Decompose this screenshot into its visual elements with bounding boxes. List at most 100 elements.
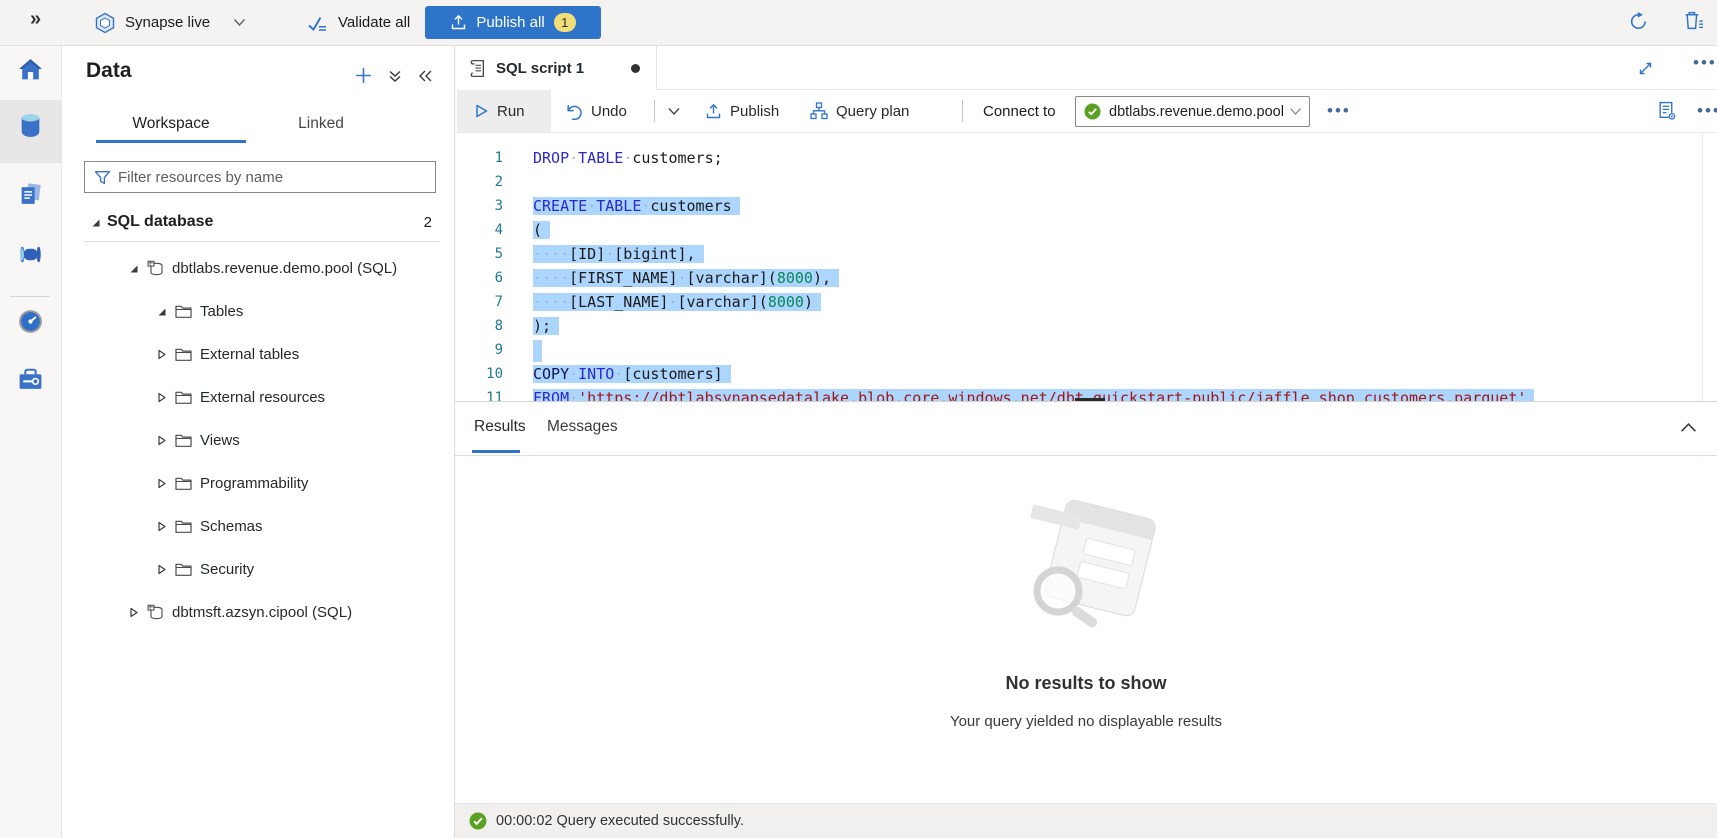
validate-all-button[interactable]: Validate all — [306, 0, 410, 45]
editor-toolbar: Run Undo Publish — [455, 90, 1717, 133]
sidebar-item-data[interactable] — [0, 112, 61, 144]
run-options-chevron-icon[interactable] — [667, 90, 681, 132]
chevron-collapsed-icon[interactable] — [156, 564, 169, 575]
chevron-collapsed-icon[interactable] — [156, 435, 169, 446]
collapse-results-icon[interactable] — [1680, 422, 1697, 433]
undo-icon — [565, 103, 583, 120]
chevron-collapsed-icon[interactable] — [156, 349, 169, 360]
code-line-1[interactable]: 1DROP·TABLE·customers; — [455, 146, 1717, 170]
database-tree: dbtlabs.revenue.demo.pool (SQL)TablesExt… — [62, 247, 454, 634]
active-tab-underline — [96, 140, 246, 143]
chevron-expanded-icon[interactable] — [128, 263, 141, 274]
unsaved-changes-dot — [631, 64, 640, 73]
query-plan-button[interactable]: Query plan — [810, 90, 909, 132]
tree-item-views[interactable]: Views — [62, 419, 454, 462]
chevron-collapsed-icon[interactable] — [156, 478, 169, 489]
sidebar-item-home[interactable] — [0, 57, 61, 87]
tab-title: SQL script 1 — [496, 60, 584, 77]
publish-all-button[interactable]: Publish all 1 — [425, 6, 601, 39]
expand-editor-icon[interactable] — [1637, 60, 1654, 77]
undo-label: Undo — [591, 103, 627, 120]
line-content: ); — [503, 314, 559, 338]
run-button[interactable]: Run — [457, 90, 551, 132]
tree-item-external-resources[interactable]: External resources — [62, 376, 454, 419]
undo-button[interactable]: Undo — [565, 90, 627, 132]
tree-item-sql-database[interactable]: SQL database 2 — [62, 203, 454, 241]
line-content: ( — [503, 218, 550, 242]
database-icon — [147, 604, 164, 621]
line-number: 3 — [455, 194, 503, 218]
publish-button[interactable]: Publish — [705, 90, 779, 132]
code-line-5[interactable]: 5····[ID]·[bigint], — [455, 242, 1717, 266]
chevron-down-icon — [233, 18, 246, 27]
connection-pool-dropdown[interactable]: dbtlabs.revenue.demo.pool — [1075, 96, 1310, 127]
collapse-panel-icon[interactable] — [418, 69, 433, 83]
tree-item-schemas[interactable]: Schemas — [62, 505, 454, 548]
code-line-6[interactable]: 6····[FIRST_NAME]·[varchar](8000), — [455, 266, 1717, 290]
tree-item-dbtmsft-azsyn-cipool-sql[interactable]: dbtmsft.azsyn.cipool (SQL) — [62, 591, 454, 634]
filter-input[interactable] — [118, 169, 435, 186]
chevron-collapsed-icon[interactable] — [128, 607, 141, 618]
tab-linked[interactable]: Linked — [246, 109, 396, 143]
code-line-9[interactable]: 9 — [455, 338, 1717, 362]
code-line-7[interactable]: 7····[LAST_NAME]·[varchar](8000) — [455, 290, 1717, 314]
code-line-8[interactable]: 8); — [455, 314, 1717, 338]
filter-box — [84, 161, 436, 193]
tree-item-programmability[interactable]: Programmability — [62, 462, 454, 505]
connection-ok-icon — [1084, 103, 1101, 120]
line-number: 5 — [455, 242, 503, 266]
chevron-expanded-icon[interactable] — [90, 217, 101, 228]
tree-item-label: Security — [200, 561, 254, 578]
tree-item-external-tables[interactable]: External tables — [62, 333, 454, 376]
line-content: DROP·TABLE·customers; — [503, 146, 723, 170]
toolbar-more-actions-icon[interactable]: ••• — [1327, 102, 1351, 120]
tree-item-dbtlabs-revenue-demo-pool-sql[interactable]: dbtlabs.revenue.demo.pool (SQL) — [62, 247, 454, 290]
discard-all-icon[interactable] — [1684, 10, 1704, 31]
code-line-2[interactable]: 2 — [455, 170, 1717, 194]
tree-item-tables[interactable]: Tables — [62, 290, 454, 333]
properties-icon[interactable] — [1657, 101, 1677, 121]
tab-results[interactable]: Results — [474, 402, 526, 456]
tree-item-label: dbtmsft.azsyn.cipool (SQL) — [172, 604, 352, 621]
sidebar-item-manage[interactable] — [0, 367, 61, 397]
tree-item-label: Programmability — [200, 475, 308, 492]
code-line-10[interactable]: 10COPY·INTO·[customers] — [455, 362, 1717, 386]
line-content: ····[ID]·[bigint], — [503, 242, 704, 266]
sidebar-item-develop[interactable] — [0, 182, 61, 212]
mode-switcher[interactable]: Synapse live — [94, 0, 246, 45]
line-content: ····[LAST_NAME]·[varchar](8000) — [503, 290, 821, 314]
tree-item-label: dbtlabs.revenue.demo.pool (SQL) — [172, 260, 397, 277]
sidebar-item-monitor[interactable] — [0, 308, 61, 340]
add-resource-icon[interactable] — [354, 66, 373, 85]
folder-icon — [175, 347, 192, 362]
line-number: 4 — [455, 218, 503, 242]
top-command-bar: » Synapse live Validate all Publish all … — [0, 0, 1717, 46]
query-plan-icon — [810, 102, 828, 120]
validate-check-icon — [306, 13, 328, 32]
tab-workspace[interactable]: Workspace — [96, 109, 246, 143]
code-line-4[interactable]: 4( — [455, 218, 1717, 242]
tab-messages[interactable]: Messages — [547, 402, 618, 456]
expand-menu-icon[interactable]: » — [30, 8, 41, 31]
no-results-illustration — [996, 499, 1176, 664]
chevron-expanded-icon[interactable] — [156, 306, 169, 317]
publish-all-label: Publish all — [476, 14, 544, 31]
editor-more-actions-icon[interactable]: ••• — [1697, 102, 1717, 120]
filter-funnel-icon — [94, 169, 111, 186]
folder-icon — [175, 433, 192, 448]
sidebar-item-integrate[interactable] — [0, 243, 61, 271]
tree-item-security[interactable]: Security — [62, 548, 454, 591]
code-line-3[interactable]: 3CREATE·TABLE·customers — [455, 194, 1717, 218]
chevron-collapsed-icon[interactable] — [156, 521, 169, 532]
line-content: COPY·INTO·[customers] — [503, 362, 731, 386]
toolbar-divider — [654, 100, 655, 122]
collapse-all-icon[interactable] — [388, 70, 402, 84]
tab-sql-script-1[interactable]: SQL script 1 — [455, 46, 657, 90]
refresh-icon[interactable] — [1628, 11, 1649, 32]
chevron-collapsed-icon[interactable] — [156, 392, 169, 403]
home-icon — [17, 57, 44, 87]
editor-area: SQL script 1 ••• Run Undo — [455, 46, 1717, 838]
run-play-icon — [473, 103, 489, 119]
data-icon — [18, 112, 43, 144]
tab-more-actions-icon[interactable]: ••• — [1693, 54, 1717, 72]
